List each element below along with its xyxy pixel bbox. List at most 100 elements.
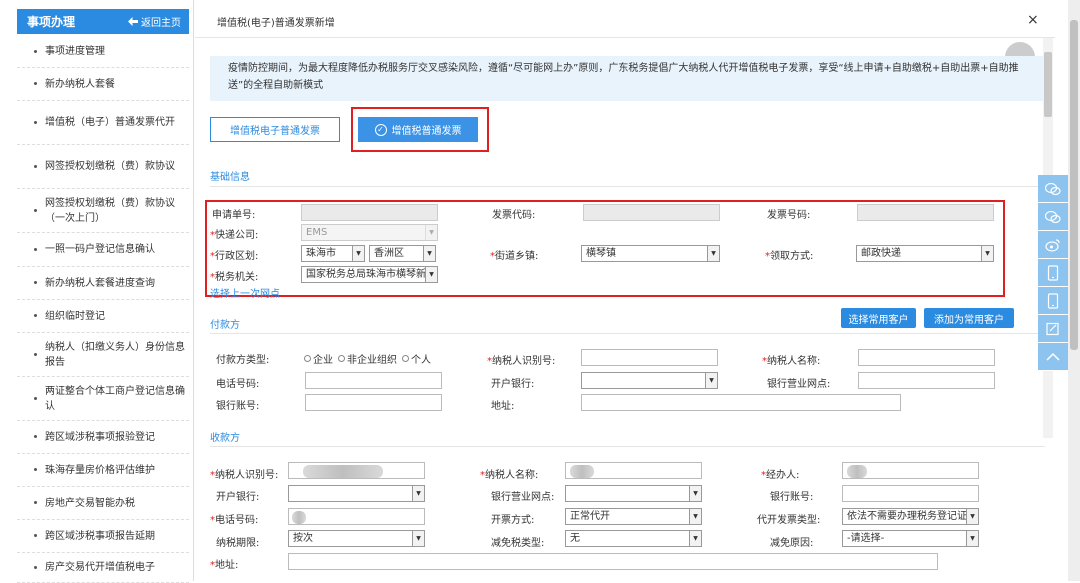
back-home-label: 返回主页 [141, 18, 181, 29]
payee-phone-field[interactable] [288, 508, 425, 525]
sidebar-item[interactable]: 房地产交易智能办税 [17, 487, 189, 520]
sidebar-item[interactable]: 网签授权划缴税（费）款协议 [17, 145, 189, 189]
sidebar-item[interactable]: 珠海存量房价格评估维护 [17, 454, 189, 487]
sidebar: 事项办理 返回主页 事项进度管理 新办纳税人套餐 增值税（电子）普通发票代开 网… [0, 0, 194, 583]
issue-method-select[interactable]: 正常代开 ▼ [565, 508, 702, 525]
edit-icon[interactable] [1038, 315, 1068, 343]
invoice-no-field[interactable] [857, 204, 994, 221]
tax-office-label: *税务机关: [210, 272, 259, 283]
mobile-icon[interactable] [1038, 287, 1068, 315]
radio-enterprise[interactable] [304, 355, 311, 362]
payee-taxpayer-id-field[interactable] [288, 462, 425, 479]
payer-account-field[interactable] [305, 394, 442, 411]
select-last-outlet-link[interactable]: 选择上一次网点 [210, 285, 280, 300]
tax-office-select[interactable]: 国家税务总局珠海市横琴新区 ▼ [301, 266, 438, 283]
apply-no-field[interactable] [301, 204, 438, 221]
exempt-reason-label: 减免原因: [770, 538, 814, 549]
redacted-text [292, 511, 306, 524]
payee-bank-branch-select[interactable]: ▼ [565, 485, 702, 502]
chevron-down-icon: ▼ [705, 373, 717, 388]
scrollbar-thumb[interactable] [1070, 20, 1078, 350]
payee-agent-field[interactable] [842, 462, 979, 479]
page-scrollbar[interactable] [1068, 0, 1080, 581]
sidebar-item[interactable]: 网签授权划缴税（费）款协议（一次上门） [17, 189, 189, 233]
chevron-down-icon: ▼ [412, 486, 424, 501]
back-to-top-icon[interactable] [1038, 343, 1068, 371]
payee-bank-select[interactable]: ▼ [288, 485, 425, 502]
sidebar-menu: 事项进度管理 新办纳税人套餐 增值税（电子）普通发票代开 网签授权划缴税（费）款… [17, 36, 189, 583]
sidebar-item[interactable]: 房产交易代开增值税电子 [17, 553, 189, 583]
chevron-down-icon: ▼ [966, 509, 978, 524]
radio-non-enterprise[interactable] [338, 355, 345, 362]
payer-address-field[interactable] [581, 394, 901, 411]
sidebar-item[interactable]: 纳税人（扣缴义务人）身份信息报告 [17, 333, 189, 377]
redacted-text [570, 465, 594, 478]
exempt-type-label: 减免税类型: [491, 538, 545, 549]
sidebar-item[interactable]: 两证整合个体工商户登记信息确认 [17, 377, 189, 421]
chevron-down-icon: ▼ [425, 267, 437, 282]
express-company-select[interactable]: EMS ▼ [301, 224, 438, 241]
payer-account-label: 银行账号: [216, 401, 260, 412]
payer-taxpayer-name-field[interactable] [858, 349, 995, 366]
exempt-type-select[interactable]: 无 ▼ [565, 530, 702, 547]
payee-taxpayer-id-label: *纳税人识别号: [210, 470, 279, 481]
sidebar-item[interactable]: 一照一码户登记信息确认 [17, 233, 189, 267]
district-select[interactable]: 香洲区 ▼ [369, 245, 436, 262]
pickup-select[interactable]: 邮政快递 ▼ [856, 245, 994, 262]
tax-period-select[interactable]: 按次 ▼ [288, 530, 425, 547]
payer-bank-select[interactable]: ▼ [581, 372, 718, 389]
payer-taxpayer-id-field[interactable] [581, 349, 718, 366]
payer-type-radio-group: 企业 非企业组织 个人 [301, 351, 431, 366]
exempt-reason-select[interactable]: -请选择- ▼ [842, 530, 979, 547]
city-select[interactable]: 珠海市 ▼ [301, 245, 365, 262]
divider [210, 186, 1045, 187]
sidebar-item[interactable]: 跨区域涉税事项报告延期 [17, 520, 189, 553]
tab-electronic-invoice[interactable]: 增值税电子普通发票 [210, 117, 340, 142]
back-home-button[interactable]: 返回主页 [128, 14, 181, 29]
sidebar-item[interactable]: 组织临时登记 [17, 300, 189, 333]
street-label: *街道乡镇: [490, 251, 539, 262]
payer-phone-field[interactable] [305, 372, 442, 389]
payer-phone-label: 电话号码: [216, 379, 260, 390]
weibo-icon[interactable] [1038, 231, 1068, 259]
sidebar-item[interactable]: 跨区域涉税事项报验登记 [17, 421, 189, 454]
payee-account-label: 银行账号: [770, 492, 814, 503]
sidebar-item[interactable]: 新办纳税人套餐 [17, 68, 189, 101]
payer-bank-label: 开户银行: [491, 379, 535, 390]
payee-address-field[interactable] [288, 553, 938, 570]
radio-individual[interactable] [402, 355, 409, 362]
payer-type-label: 付款方类型: [216, 355, 270, 366]
chevron-down-icon: ▼ [689, 531, 701, 546]
invoice-code-field[interactable] [583, 204, 720, 221]
chevron-down-icon: ▼ [412, 531, 424, 546]
payee-taxpayer-name-label: *纳税人名称: [480, 470, 539, 481]
payee-taxpayer-name-field[interactable] [565, 462, 702, 479]
sidebar-item[interactable]: 新办纳税人套餐进度查询 [17, 267, 189, 300]
payer-taxpayer-id-label: *纳税人识别号: [487, 356, 556, 367]
street-select[interactable]: 横琴镇 ▼ [581, 245, 720, 262]
select-common-customer-button[interactable]: 选择常用客户 [841, 308, 916, 328]
sidebar-item[interactable]: 事项进度管理 [17, 36, 189, 68]
dialog-header: 增值税(电子)普通发票新增 × [195, 0, 1055, 38]
sidebar-header: 事项办理 返回主页 [17, 9, 189, 34]
payer-taxpayer-name-label: *纳税人名称: [762, 356, 821, 367]
section-basic-info: 基础信息 [210, 172, 250, 183]
sidebar-item[interactable]: 增值税（电子）普通发票代开 [17, 101, 189, 145]
pickup-label: *领取方式: [765, 251, 814, 262]
payer-bank-branch-field[interactable] [858, 372, 995, 389]
chevron-down-icon: ▼ [423, 246, 435, 261]
chevron-down-icon: ▼ [689, 509, 701, 524]
invoice-type-select[interactable]: 依法不需要办理税务登记证的 ▼ [842, 508, 979, 525]
add-common-customer-button[interactable]: 添加为常用客户 [924, 308, 1014, 328]
close-icon[interactable]: × [1027, 12, 1039, 28]
payee-account-field[interactable] [842, 485, 979, 502]
payee-address-label: *地址: [210, 560, 239, 571]
chevron-down-icon: ▼ [707, 246, 719, 261]
scrollbar-thumb[interactable] [1044, 52, 1052, 117]
wechat-icon[interactable] [1038, 203, 1068, 231]
payer-address-label: 地址: [491, 401, 515, 412]
wechat-icon[interactable] [1038, 175, 1068, 203]
mobile-icon[interactable] [1038, 259, 1068, 287]
chevron-down-icon: ▼ [352, 246, 364, 261]
payee-agent-label: *经办人: [761, 470, 800, 481]
